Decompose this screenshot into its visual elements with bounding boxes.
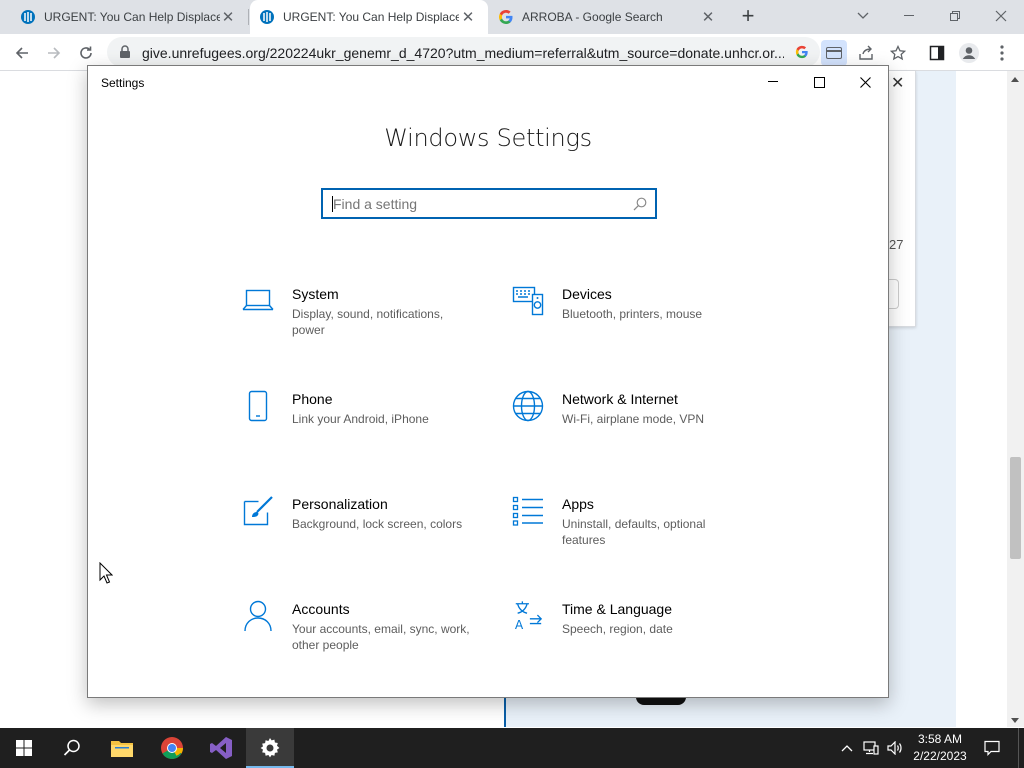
search-placeholder: Find a setting xyxy=(333,196,418,212)
search-icon[interactable] xyxy=(48,728,96,768)
page-scrollbar[interactable] xyxy=(1007,71,1024,727)
apps-list-icon xyxy=(512,495,544,527)
browser-tab[interactable]: URGENT: You Can Help Displaced ✕ xyxy=(0,0,248,34)
tab-close-icon[interactable]: ✕ xyxy=(460,9,476,26)
settings-window: Settings Windows Settings Find a setting… xyxy=(87,65,889,698)
network-icon[interactable] xyxy=(860,728,882,768)
windows-start-icon[interactable] xyxy=(0,728,48,768)
address-bar[interactable]: give.unrefugees.org/220224ukr_genemr_d_4… xyxy=(107,37,820,67)
browser-tab-strip: URGENT: You Can Help Displaced ✕ URGENT:… xyxy=(0,0,1024,34)
lock-icon[interactable] xyxy=(119,45,131,64)
notification-center-icon[interactable] xyxy=(980,728,1004,768)
category-description: Display, sound, notifications, power xyxy=(292,307,444,337)
modal-text-fragment: 27 xyxy=(889,237,904,252)
url-text[interactable]: give.unrefugees.org/220224ukr_genemr_d_4… xyxy=(142,45,784,61)
reload-icon[interactable] xyxy=(73,40,99,66)
close-window-icon[interactable] xyxy=(978,2,1024,30)
file-explorer-icon[interactable] xyxy=(98,728,146,768)
category-description: Wi-Fi, airplane mode, VPN xyxy=(562,412,705,426)
settings-gear-icon[interactable] xyxy=(246,728,294,768)
tab-title: ARROBA - Google Search xyxy=(522,10,663,24)
settings-category-time-language[interactable]: A Time & Language Speech, region, date xyxy=(512,600,772,670)
scroll-down-icon[interactable] xyxy=(1011,718,1019,723)
category-name: Network & Internet xyxy=(562,391,678,407)
category-name: Time & Language xyxy=(562,601,672,617)
back-icon[interactable] xyxy=(9,40,35,66)
show-desktop-button[interactable] xyxy=(1018,728,1024,768)
category-name: Phone xyxy=(292,391,333,407)
find-setting-input[interactable]: Find a setting xyxy=(321,188,657,219)
category-name: System xyxy=(292,286,339,302)
unhcr-icon xyxy=(259,9,275,25)
chrome-icon[interactable] xyxy=(148,728,196,768)
windows-taskbar: 3:58 AM 2/22/2023 xyxy=(0,728,1024,768)
unhcr-icon xyxy=(20,9,36,25)
card-payment-icon[interactable] xyxy=(821,40,847,66)
category-description: Link your Android, iPhone xyxy=(292,412,429,426)
volume-icon[interactable] xyxy=(884,728,906,768)
category-name: Apps xyxy=(562,496,594,512)
scroll-up-icon[interactable] xyxy=(1011,77,1019,82)
forward-icon[interactable] xyxy=(41,40,67,66)
bookmark-star-icon[interactable] xyxy=(885,40,911,66)
visual-studio-icon[interactable] xyxy=(197,728,245,768)
google-lens-icon[interactable] xyxy=(794,44,810,60)
search-icon xyxy=(633,197,647,216)
settings-category-accounts[interactable]: Accounts Your accounts, email, sync, wor… xyxy=(242,600,502,670)
settings-category-apps[interactable]: Apps Uninstall, defaults, optional featu… xyxy=(512,495,772,565)
browser-tab-active[interactable]: URGENT: You Can Help Displaced ✕ xyxy=(250,0,488,34)
category-description: Background, lock screen, colors xyxy=(292,517,463,531)
tab-title: URGENT: You Can Help Displaced xyxy=(44,10,220,24)
close-icon[interactable] xyxy=(842,66,888,98)
settings-category-phone[interactable]: Phone Link your Android, iPhone xyxy=(242,390,502,460)
tab-search-chevron-icon[interactable] xyxy=(840,2,886,30)
tab-separator xyxy=(248,9,249,25)
category-name: Accounts xyxy=(292,601,350,617)
google-icon xyxy=(498,9,514,25)
side-panel-icon[interactable] xyxy=(924,40,950,66)
category-description: Bluetooth, printers, mouse xyxy=(562,307,703,321)
settings-category-network[interactable]: Network & Internet Wi-Fi, airplane mode,… xyxy=(512,390,772,460)
time-language-icon: A xyxy=(512,600,544,632)
settings-titlebar[interactable]: Settings xyxy=(88,66,888,98)
clock-time: 3:58 AM xyxy=(917,732,963,746)
minimize-icon[interactable] xyxy=(750,66,796,98)
category-description: Your accounts, email, sync, work, other … xyxy=(292,622,470,652)
show-hidden-icons-chevron-icon[interactable] xyxy=(836,728,858,768)
modal-close-icon[interactable]: ✕ xyxy=(891,73,904,93)
category-description: Speech, region, date xyxy=(562,622,673,636)
category-name: Personalization xyxy=(292,496,388,512)
maximize-icon[interactable] xyxy=(796,66,842,98)
category-name: Devices xyxy=(562,286,612,302)
minimize-icon[interactable] xyxy=(886,2,932,30)
person-icon xyxy=(242,600,274,632)
paintbrush-icon xyxy=(242,495,274,527)
tab-title: URGENT: You Can Help Displaced xyxy=(283,10,459,24)
clock-date: 2/22/2023 xyxy=(913,749,967,763)
devices-icon xyxy=(512,285,544,317)
settings-category-devices[interactable]: Devices Bluetooth, printers, mouse xyxy=(512,285,772,355)
svg-text:A: A xyxy=(515,618,524,632)
tab-close-icon[interactable]: ✕ xyxy=(700,9,716,26)
phone-icon xyxy=(242,390,274,422)
mouse-cursor-icon xyxy=(99,561,114,589)
profile-avatar-icon[interactable] xyxy=(956,40,982,66)
system-clock[interactable]: 3:58 AM 2/22/2023 xyxy=(910,731,970,765)
new-tab-button[interactable]: + xyxy=(736,5,760,29)
globe-icon xyxy=(512,390,544,422)
window-title: Settings xyxy=(101,76,145,90)
tab-close-icon[interactable]: ✕ xyxy=(220,9,236,26)
settings-category-system[interactable]: System Display, sound, notifications, po… xyxy=(242,285,502,355)
page-title: Windows Settings xyxy=(384,124,592,152)
restore-icon[interactable] xyxy=(932,2,978,30)
laptop-icon xyxy=(242,285,274,317)
category-description: Uninstall, defaults, optional features xyxy=(562,517,706,547)
settings-category-personalization[interactable]: Personalization Background, lock screen,… xyxy=(242,495,502,565)
browser-tab[interactable]: ARROBA - Google Search ✕ xyxy=(488,0,728,34)
scrollbar-thumb[interactable] xyxy=(1010,457,1021,559)
chrome-menu-icon[interactable] xyxy=(989,40,1015,66)
share-icon[interactable] xyxy=(853,40,879,66)
